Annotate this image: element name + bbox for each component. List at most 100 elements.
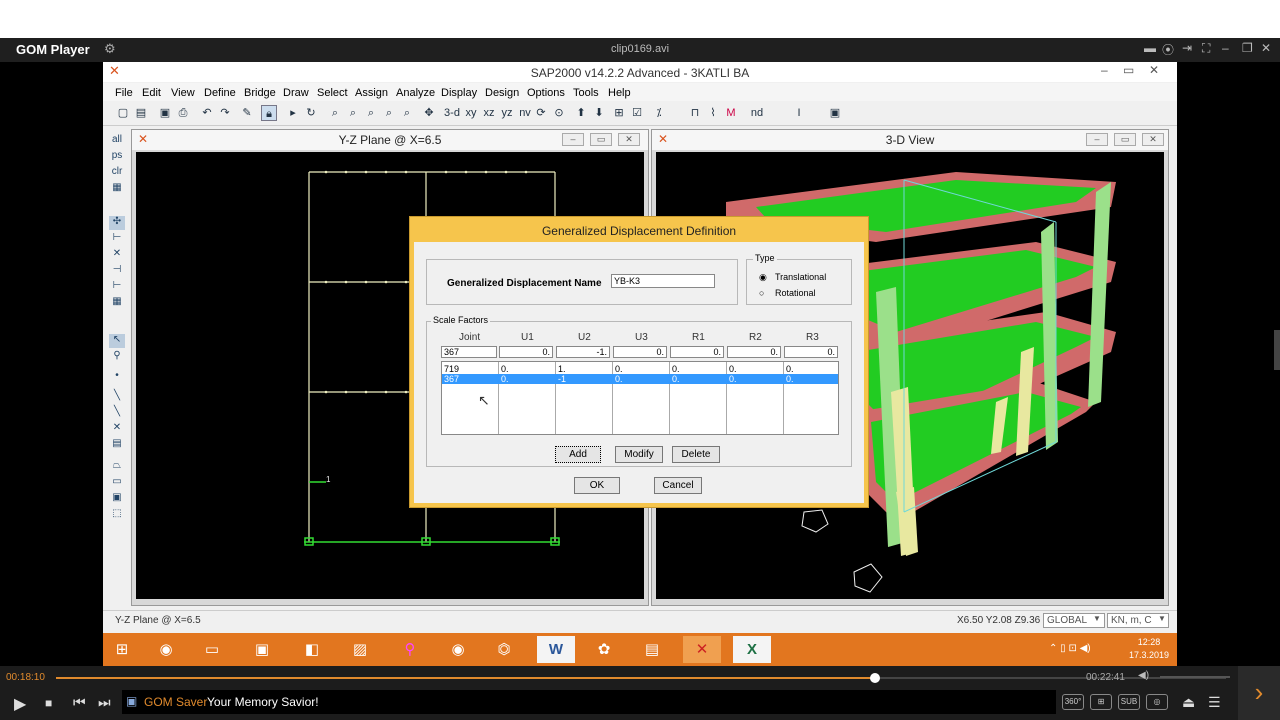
search-app-icon[interactable]: ⚲ xyxy=(391,636,429,663)
delete-button[interactable]: Delete xyxy=(672,446,720,463)
volume-icon[interactable]: ◀) xyxy=(1138,670,1149,681)
view-nv-button[interactable]: nv xyxy=(517,105,533,121)
volume-slider[interactable] xyxy=(1160,676,1230,678)
print-icon[interactable]: ⎙ xyxy=(175,105,191,121)
rotational-radio[interactable]: ○ xyxy=(759,288,764,298)
close-icon[interactable]: ✕ xyxy=(1261,41,1271,55)
menu-icon[interactable]: ☰ xyxy=(1208,694,1221,711)
draw-section-icon[interactable]: ▤ xyxy=(109,438,125,452)
grid-icon[interactable]: ⊞ xyxy=(611,105,627,121)
edit-r3-input[interactable]: 0. xyxy=(784,346,838,358)
menu-help[interactable]: Help xyxy=(608,87,631,99)
chevron-down-icon[interactable]: ▼ xyxy=(1158,614,1166,623)
sap-maximize-icon[interactable]: ▭ xyxy=(1123,63,1134,77)
3d-close-icon[interactable]: ✕ xyxy=(1142,133,1164,146)
snap-line-icon[interactable]: ⊢ xyxy=(109,280,125,294)
snap-icon[interactable]: ✣ xyxy=(109,216,125,230)
menu-select[interactable]: Select xyxy=(317,87,348,99)
display-options-icon[interactable]: ▣ xyxy=(827,105,843,121)
sap2000-task-icon[interactable]: ✕ xyxy=(683,636,721,663)
refresh-icon[interactable]: ✎ xyxy=(239,105,255,121)
previous-icon[interactable]: ⏮ xyxy=(73,694,86,711)
percent-icon[interactable]: ⁒ xyxy=(651,105,667,121)
move-down-icon[interactable]: ⬇ xyxy=(591,105,607,121)
edit-u3-input[interactable]: 0. xyxy=(613,346,667,358)
object-shrink-icon[interactable]: ⊙ xyxy=(551,105,567,121)
select-all-button[interactable]: all xyxy=(109,134,125,148)
menu-design[interactable]: Design xyxy=(485,87,519,99)
vr-360-button[interactable]: 360° xyxy=(1062,694,1084,710)
zoom-window-icon[interactable]: ⌕ xyxy=(327,105,343,121)
rotate-icon[interactable]: ↻ xyxy=(303,105,319,121)
edit-r1-input[interactable]: 0. xyxy=(670,346,724,358)
cancel-button[interactable]: Cancel xyxy=(654,477,702,494)
paint-icon[interactable]: ✿ xyxy=(585,636,623,663)
table-row-selected[interactable]: 367 0. -1 0. 0. 0. 0. xyxy=(442,374,838,384)
seek-handle[interactable] xyxy=(870,673,880,683)
move-up-icon[interactable]: ⬆ xyxy=(573,105,589,121)
control-panel-icon[interactable]: ⊞ xyxy=(1090,694,1112,710)
word-icon[interactable]: W xyxy=(537,636,575,663)
redo-icon[interactable]: ↷ xyxy=(217,105,233,121)
media-icon[interactable]: ▤ xyxy=(633,636,671,663)
view-nd-button[interactable]: nd xyxy=(749,105,765,121)
zoom-out-icon[interactable]: ⌕ xyxy=(381,105,397,121)
menu-draw[interactable]: Draw xyxy=(283,87,309,99)
menu-display[interactable]: Display xyxy=(441,87,477,99)
gom-saver-banner[interactable]: ▣ GOM Saver Your Memory Savior! xyxy=(122,690,1056,714)
zoom-in-icon[interactable]: ⌕ xyxy=(363,105,379,121)
undo-icon[interactable]: ↶ xyxy=(199,105,215,121)
minimize-icon[interactable]: – xyxy=(1222,41,1229,55)
brace-icon[interactable]: ⌇ xyxy=(705,105,721,121)
vr-icon[interactable]: ⦿ xyxy=(1162,41,1174,58)
translational-radio[interactable]: ◉ xyxy=(759,272,767,283)
table-row[interactable]: 719 0. 1. 0. 0. 0. 0. xyxy=(442,364,838,374)
draw-brace-icon[interactable]: ✕ xyxy=(109,422,125,436)
snap-intersection-icon[interactable]: ✕ xyxy=(109,248,125,262)
view-xz-button[interactable]: xz xyxy=(481,105,497,121)
clear-selection-button[interactable]: clr xyxy=(109,166,125,180)
3d-restore-icon[interactable]: ▭ xyxy=(1114,133,1136,146)
moment-icon[interactable]: M xyxy=(723,105,739,121)
quick-area-icon[interactable]: ▣ xyxy=(109,492,125,506)
play-icon[interactable]: ▶ xyxy=(14,694,26,714)
check-icon[interactable]: ☑ xyxy=(629,105,645,121)
menu-analyze[interactable]: Analyze xyxy=(396,87,435,99)
3d-minimize-icon[interactable]: – xyxy=(1086,133,1108,146)
ok-button[interactable]: OK xyxy=(574,477,620,494)
new-model-icon[interactable]: ▢ xyxy=(115,105,131,121)
grid-select-icon[interactable]: ▦ xyxy=(109,182,125,196)
view-yz-button[interactable]: yz xyxy=(499,105,515,121)
menu-tools[interactable]: Tools xyxy=(573,87,599,99)
fullscreen-icon[interactable]: ⛶ xyxy=(1202,41,1210,56)
menu-file[interactable]: File xyxy=(115,87,133,99)
capture-icon[interactable]: ◎ xyxy=(1146,694,1168,710)
perspective-icon[interactable]: ⟳ xyxy=(533,105,549,121)
eject-icon[interactable]: ⏏ xyxy=(1182,694,1195,711)
store-icon[interactable]: ▣ xyxy=(243,636,281,663)
reshape-icon[interactable]: ⚲ xyxy=(109,350,125,364)
snap-mid-icon[interactable]: ⊢ xyxy=(109,232,125,246)
yz-close-icon[interactable]: ✕ xyxy=(618,133,640,146)
run-icon[interactable]: ▸ xyxy=(285,105,301,121)
draw-rect-area-icon[interactable]: ▭ xyxy=(109,476,125,490)
side-panel-handle[interactable] xyxy=(1274,330,1280,370)
yz-restore-icon[interactable]: ▭ xyxy=(590,133,612,146)
save-icon[interactable]: ▣ xyxy=(157,105,173,121)
zoom-previous-icon[interactable]: ⌕ xyxy=(399,105,415,121)
menu-edit[interactable]: Edit xyxy=(142,87,161,99)
pin-icon[interactable]: ⇥ xyxy=(1182,41,1192,55)
menu-assign[interactable]: Assign xyxy=(355,87,388,99)
folder-icon[interactable]: ◧ xyxy=(293,636,331,663)
pan-icon[interactable]: ✥ xyxy=(421,105,437,121)
open-icon[interactable]: ▤ xyxy=(133,105,149,121)
add-button[interactable]: Add xyxy=(555,446,601,463)
excel-icon[interactable]: X xyxy=(733,636,771,663)
file-explorer-icon[interactable]: ▭ xyxy=(193,636,231,663)
menu-view[interactable]: View xyxy=(171,87,195,99)
menu-define[interactable]: Define xyxy=(204,87,236,99)
menu-bridge[interactable]: Bridge xyxy=(244,87,276,99)
next-track-icon[interactable]: ⏭ xyxy=(98,694,111,711)
zoom-all-icon[interactable]: ⌕ xyxy=(345,105,361,121)
menu-options[interactable]: Options xyxy=(527,87,565,99)
